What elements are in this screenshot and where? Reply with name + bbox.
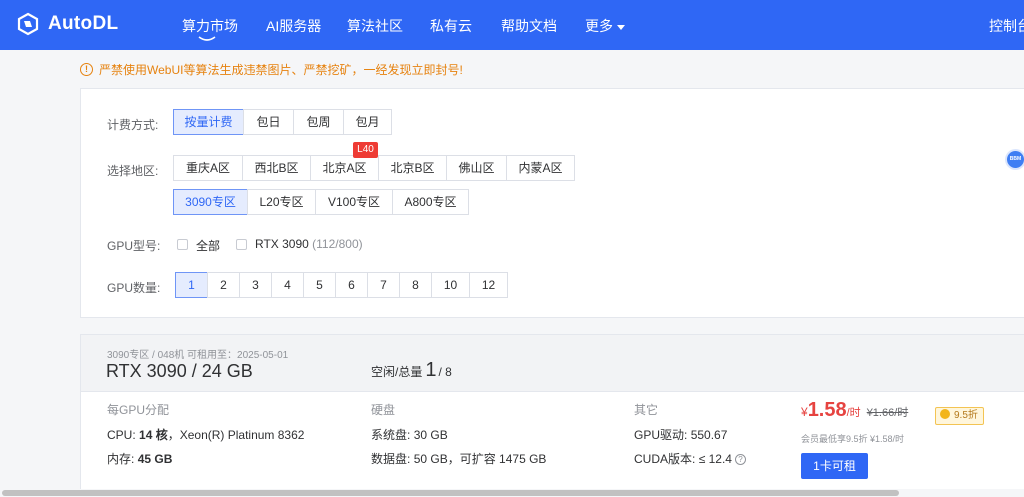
data-disk-value: 50 GB — [413, 452, 448, 466]
gpu-count-12[interactable]: 12 — [469, 272, 508, 298]
gpu-count-3[interactable]: 3 — [239, 272, 272, 298]
nav-item-more[interactable]: 更多 — [585, 16, 625, 36]
system-disk-spec: 系统盘: 30 GB — [371, 426, 448, 443]
data-disk-spec: 数据盘: 50 GB，可扩容 1475 GB — [371, 450, 546, 467]
gpu-driver-label: GPU驱动: — [634, 428, 688, 442]
memory-label: 内存: — [107, 452, 135, 466]
nav-more-label: 更多 — [585, 18, 613, 34]
billing-option-weekly[interactable]: 包周 — [293, 109, 344, 135]
per-gpu-title: 每GPU分配 — [107, 403, 170, 417]
logo[interactable]: AutoDL — [16, 12, 118, 36]
availability-label: 空闲/总量 — [371, 365, 423, 379]
machine-card: 3090专区 / 048机 可租用至：2025-05-01 RTX 3090 /… — [80, 334, 1024, 494]
question-mark-icon[interactable]: ? — [734, 454, 746, 466]
region-foshan[interactable]: 佛山区 — [446, 155, 507, 181]
coin-icon — [940, 409, 950, 419]
disk-title: 硬盘 — [371, 403, 396, 417]
gpu-model-all-checkbox[interactable] — [177, 239, 188, 250]
autodl-logo-icon — [17, 12, 39, 36]
region-neimeng-a[interactable]: 内蒙A区 — [506, 155, 575, 181]
warning-banner: ! 严禁使用WebUI等算法生成违禁图片、严禁挖矿，一经发现立即封号! — [80, 61, 463, 78]
cuda-label: CUDA版本: — [634, 452, 696, 466]
cuda-value: ≤ 12.4 — [698, 452, 732, 466]
machine-model: RTX 3090 / 24 GB — [106, 361, 253, 381]
gpu-count-10[interactable]: 10 — [431, 272, 470, 298]
zone-a800[interactable]: A800专区 — [392, 189, 469, 215]
active-nav-indicator — [198, 36, 216, 41]
gpu-count-4[interactable]: 4 — [271, 272, 304, 298]
price-currency: ¥ — [801, 405, 808, 419]
gpu-driver-spec: GPU驱动: 550.67 — [634, 426, 727, 443]
data-disk-expand: ，可扩容 1475 GB — [447, 452, 547, 466]
data-disk-label: 数据盘: — [371, 452, 411, 466]
nav-item-private-cloud[interactable]: 私有云 — [430, 16, 472, 36]
price: ¥1.58/时 ¥1.66/时 — [801, 399, 908, 422]
original-price: ¥1.66/时 — [866, 407, 909, 419]
gpu-count-label: GPU数量: — [107, 281, 161, 295]
nav-item-ai-servers[interactable]: AI服务器 — [266, 16, 321, 36]
gpu-model-rtx3090-checkbox[interactable] — [236, 239, 247, 250]
l40-badge: L40 — [353, 142, 378, 158]
availability-total: / 8 — [438, 365, 452, 379]
machine-card-header: 3090专区 / 048机 可租用至：2025-05-01 RTX 3090 /… — [81, 335, 1024, 392]
zone-l20[interactable]: L20专区 — [247, 189, 316, 215]
discount-text: 9.5折 — [954, 410, 978, 421]
billing-option-pay-as-you-go[interactable]: 按量计费 — [173, 109, 244, 135]
horizontal-scrollbar[interactable] — [0, 489, 1024, 497]
system-disk-value: 30 GB — [413, 428, 448, 442]
gpu-count-2[interactable]: 2 — [207, 272, 240, 298]
billing-label: 计费方式: — [107, 118, 159, 132]
discount-badge: 9.5折 — [935, 407, 984, 425]
warning-text: 严禁使用WebUI等算法生成违禁图片、严禁挖矿，一经发现立即封号! — [99, 63, 463, 77]
logo-text: AutoDL — [48, 13, 119, 34]
chevron-down-icon — [617, 24, 625, 30]
gpu-model-rtx3090-name: RTX 3090 — [255, 237, 309, 251]
gpu-count-1[interactable]: 1 — [175, 272, 208, 298]
price-unit: /时 — [846, 407, 861, 419]
region-northwest-b[interactable]: 西北B区 — [242, 155, 311, 181]
zone-v100[interactable]: V100专区 — [315, 189, 393, 215]
nav-item-compute-market[interactable]: 算力市场 — [182, 16, 238, 36]
gpu-count-6[interactable]: 6 — [335, 272, 368, 298]
warning-icon: ! — [80, 63, 93, 76]
region-beijing-a[interactable]: 北京A区 — [310, 155, 379, 181]
gpu-model-all-label[interactable]: 全部 — [196, 237, 220, 254]
scrollbar-thumb[interactable] — [2, 490, 899, 496]
system-disk-label: 系统盘: — [371, 428, 411, 442]
gpu-model-rtx3090-count: (112/800) — [312, 237, 363, 251]
gpu-count-7[interactable]: 7 — [367, 272, 400, 298]
availability: 空闲/总量 1/ 8 — [371, 359, 452, 382]
rent-button[interactable]: 1卡可租 — [801, 453, 868, 479]
cpu-label: CPU: — [107, 428, 136, 442]
gpu-driver-value: 550.67 — [690, 428, 728, 442]
billing-option-monthly[interactable]: 包月 — [343, 109, 392, 135]
cpu-cores: 14 核 — [139, 428, 168, 442]
price-value: 1.58 — [807, 399, 847, 421]
gpu-model-label: GPU型号: — [107, 239, 161, 253]
billing-option-daily[interactable]: 包日 — [243, 109, 294, 135]
cpu-spec: CPU: 14 核，Xeon(R) Platinum 8362 — [107, 428, 305, 442]
region-beijing-b[interactable]: 北京B区 — [378, 155, 447, 181]
cpu-model: Xeon(R) Platinum 8362 — [179, 428, 305, 442]
other-title: 其它 — [634, 403, 659, 417]
filter-panel: 计费方式: 按量计费 包日 包周 包月 选择地区: 重庆A区 西北B区 北京A区… — [80, 88, 1024, 318]
nav-item-algorithm-community[interactable]: 算法社区 — [347, 16, 403, 36]
floating-helper-icon[interactable]: BBM — [1007, 151, 1024, 168]
nav-item-help-docs[interactable]: 帮助文档 — [501, 16, 557, 36]
gpu-count-8[interactable]: 8 — [399, 272, 432, 298]
gpu-model-rtx3090-label[interactable]: RTX 3090 (112/800) — [255, 237, 363, 251]
region-label: 选择地区: — [107, 164, 159, 178]
memory-value: 45 GB — [137, 452, 173, 466]
nav-item-console[interactable]: 控制台 — [989, 16, 1024, 36]
memory-spec: 内存: 45 GB — [107, 450, 172, 467]
zone-3090[interactable]: 3090专区 — [173, 189, 248, 215]
availability-free: 1 — [425, 359, 437, 381]
machine-meta: 3090专区 / 048机 可租用至：2025-05-01 — [107, 350, 289, 361]
region-chongqing-a[interactable]: 重庆A区 — [173, 155, 243, 181]
cuda-spec: CUDA版本: ≤ 12.4? — [634, 450, 746, 467]
gpu-count-5[interactable]: 5 — [303, 272, 336, 298]
member-discount-note: 会员最低享9.5折 ¥1.58/时 — [801, 434, 905, 444]
top-nav: AutoDL 算力市场 AI服务器 算法社区 私有云 帮助文档 更多 控制台 — [0, 0, 1024, 50]
